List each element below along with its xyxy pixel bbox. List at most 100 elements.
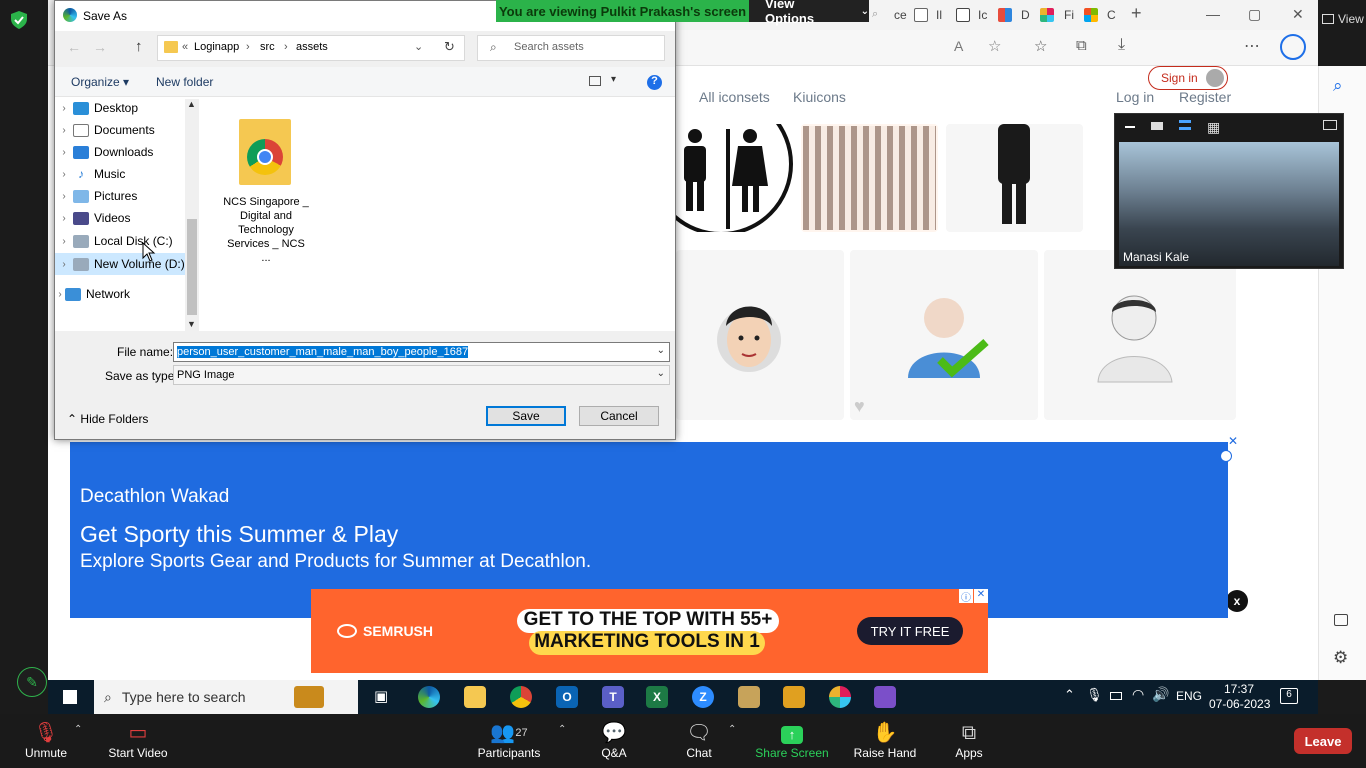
annotate-pencil-icon[interactable]: ✎ [17,667,47,697]
tab-3[interactable]: Ic [978,8,987,22]
ad2-close-icon[interactable]: ✕ [974,589,988,603]
tab-2[interactable]: Il [936,8,942,22]
file-name-dropdown-icon[interactable]: ⌄ [657,345,665,356]
excel-icon[interactable]: X [646,686,668,708]
teams-icon[interactable]: T [602,686,624,708]
view-mode-icon[interactable] [589,76,601,86]
help-icon[interactable]: ? [647,75,662,90]
bing-icon[interactable] [1280,34,1306,60]
close-ad-button[interactable]: x [1226,590,1248,612]
expand-icon[interactable]: › [55,103,73,114]
expand-icon[interactable]: › [55,213,73,224]
battery-icon[interactable] [1110,692,1122,700]
more-menu-icon[interactable]: ⋯ [1244,36,1260,56]
language-indicator[interactable]: ENG [1176,689,1202,703]
favorites-icon[interactable]: ☆ [1034,37,1047,55]
clock-time[interactable]: 17:37 [1224,682,1254,696]
hide-folders-toggle[interactable]: ⌃ Hide Folders [67,412,148,426]
sidebar-search-icon[interactable]: ⌕ [1333,76,1343,96]
new-tab-icon[interactable]: + [1131,3,1142,24]
nav-item-documents[interactable]: › Documents [55,119,185,141]
nav-item-new-volume[interactable]: › New Volume (D:) [55,253,185,275]
chat-caret[interactable]: ⌃ [728,724,736,735]
settings-gear-icon[interactable]: ⚙ [1333,648,1348,668]
ad-info-icon[interactable]: ⓘ [959,589,973,604]
nav-all-iconsets[interactable]: All iconsets [699,89,770,105]
icon-card-restroom[interactable] [649,92,794,236]
search-tab-icon[interactable]: ⌕ [872,8,878,21]
nav-item-videos[interactable]: › Videos [55,207,185,229]
gallery-view-icon[interactable]: ▦ [1207,119,1220,136]
minimize-icon[interactable]: — [1206,6,1220,22]
expand-icon[interactable]: › [55,147,73,158]
read-aloud-icon[interactable]: A [954,38,963,54]
scroll-down-icon[interactable]: ▼ [187,319,196,329]
pop-out-icon[interactable] [1323,120,1337,130]
nav-item-desktop[interactable]: › Desktop [55,97,185,119]
breadcrumb-loginapp[interactable]: Loginapp [194,41,239,53]
start-video-button[interactable]: ▭ Start Video [98,720,178,760]
nav-login[interactable]: Log in [1116,89,1154,105]
view-options-button[interactable]: View Options ⌄ [749,0,869,26]
nav-item-downloads[interactable]: › Downloads [55,141,185,163]
file-name-input[interactable]: person_user_customer_man_male_man_boy_pe… [173,342,670,362]
icon-card-face[interactable] [676,250,844,420]
expand-icon[interactable]: › [55,169,73,180]
wifi-icon[interactable]: ◠ [1132,686,1144,703]
icon-card-user-check[interactable]: ♥ [850,250,1038,420]
snipping-tool-icon[interactable] [783,686,805,708]
breadcrumb-assets[interactable]: assets [296,41,328,53]
organize-button[interactable]: Organize ▾ [71,75,129,89]
expand-icon[interactable]: › [55,191,73,202]
back-arrow-icon[interactable]: ← [67,39,81,55]
chrome-taskbar-icon[interactable] [510,686,532,708]
breadcrumb-src[interactable]: src [260,41,275,53]
nav-item-network[interactable]: › Network [55,283,185,305]
volume-icon[interactable]: 🔊 [1152,686,1169,703]
breadcrumb-dropdown-icon[interactable]: ⌄ [414,40,423,53]
tab-1[interactable]: ce [894,8,907,22]
save-button[interactable]: Save [486,406,566,426]
refresh-icon[interactable]: ↻ [444,39,455,55]
ad-close-icon[interactable]: ✕ [1228,434,1238,448]
breadcrumb[interactable]: « Loginapp › src › assets ⌄ ↻ [157,35,465,61]
windows-start-icon[interactable] [62,689,78,705]
minimize-video-icon[interactable] [1125,126,1135,128]
visual-studio-icon[interactable] [874,686,896,708]
participants-button[interactable]: 👥27 Participants [469,720,549,760]
nav-item-local-disk[interactable]: › Local Disk (C:) [55,230,185,252]
close-window-icon[interactable]: ✕ [1292,6,1304,23]
microphone-tray-icon[interactable]: 🎙 [1086,687,1103,703]
scroll-thumb[interactable] [187,219,197,315]
tab-4[interactable]: D [1021,8,1030,22]
scroll-up-icon[interactable]: ▲ [187,99,196,109]
share-screen-button[interactable]: ↑ Share Screen [752,720,832,760]
expand-icon[interactable]: › [55,259,73,270]
semrush-ad[interactable]: SEMRUSH GET TO THE TOP WITH 55+ MARKETIN… [311,589,988,673]
save-type-select[interactable]: PNG Image ⌄ [173,365,670,385]
show-hidden-icons[interactable]: ⌃ [1064,687,1075,703]
sidebar-toggle-icon[interactable] [1334,614,1348,626]
nav-register[interactable]: Register [1179,89,1231,105]
forward-arrow-icon[interactable]: → [93,39,107,55]
video-panel[interactable]: ▦ Manasi Kale [1114,113,1344,269]
try-it-free-button[interactable]: TRY IT FREE [857,617,963,645]
icon-card-man-suit[interactable] [946,124,1083,232]
cancel-button[interactable]: Cancel [579,406,659,426]
raise-hand-button[interactable]: ✋ Raise Hand [845,720,925,760]
favorite-star-icon[interactable]: ☆ [988,37,1001,55]
tab-6[interactable]: C [1107,8,1116,22]
chat-button[interactable]: 🗨 Chat [659,720,739,760]
nav-item-pictures[interactable]: › Pictures [55,185,185,207]
task-view-icon[interactable]: ▣ [374,687,388,705]
taskbar-search[interactable]: ⌕ Type here to search [94,680,358,714]
apps-button[interactable]: ⧉ Apps [929,720,1009,760]
favorite-heart-icon[interactable]: ♥ [854,396,865,417]
hide-video-icon[interactable] [1151,122,1163,130]
leave-button[interactable]: Leave [1294,728,1352,754]
expand-icon[interactable]: › [55,125,73,136]
edge-taskbar-icon[interactable] [418,686,440,708]
audio-options-caret[interactable]: ⌃ [74,724,82,735]
tab-5[interactable]: Fi [1064,8,1074,22]
maximize-icon[interactable]: ▢ [1248,6,1261,23]
